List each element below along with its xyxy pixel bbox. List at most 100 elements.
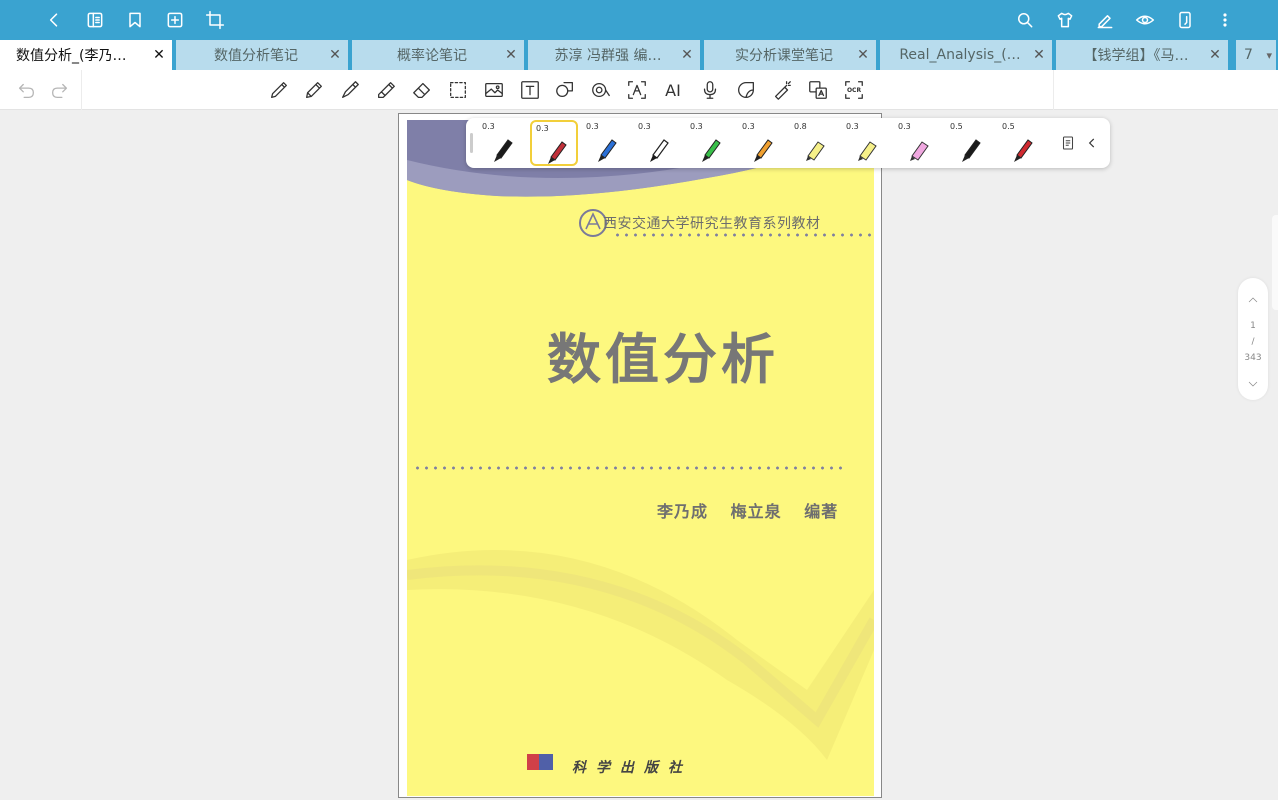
pen-size-label: 0.8: [794, 122, 807, 131]
pen-size-label: 0.3: [690, 122, 703, 131]
pen-preset-7[interactable]: 0.8: [790, 120, 838, 166]
fountain-pen-icon[interactable]: [338, 78, 362, 102]
marker-icon: [702, 139, 721, 162]
pdf-page[interactable]: 西安交通大学研究生教育系列教材 数值分析 李乃成 梅立泉 编著 科学出版社: [398, 113, 882, 798]
pen-size-label: 0.3: [898, 122, 911, 131]
pen-size-label: 0.3: [482, 122, 495, 131]
eye-icon[interactable]: [1133, 8, 1157, 32]
drawing-toolbar: AI OCR: [0, 70, 1278, 110]
toolbar-divider: [1053, 70, 1054, 110]
marker-icon: [598, 139, 617, 162]
text-recognize-icon[interactable]: [625, 78, 649, 102]
page-up-icon[interactable]: [1243, 290, 1263, 310]
tab-label: Real_Analysis_(…: [899, 47, 1021, 63]
tab-numerical-analysis-book[interactable]: 数值分析_(李乃… ✕: [0, 40, 174, 70]
close-icon[interactable]: ✕: [850, 47, 876, 63]
tab-overflow[interactable]: 7 ▾: [1236, 40, 1278, 70]
search-icon[interactable]: [1013, 8, 1037, 32]
theme-icon[interactable]: [1053, 8, 1077, 32]
marker-icon: [962, 139, 981, 162]
lasso-select-icon[interactable]: [446, 78, 470, 102]
translate-icon[interactable]: [806, 78, 830, 102]
tab-real-analysis-book[interactable]: Real_Analysis_(… ✕: [880, 40, 1054, 70]
crop-icon[interactable]: [203, 8, 227, 32]
authors: 李乃成 梅立泉 编著: [657, 498, 854, 522]
chevron-down-icon[interactable]: ▾: [1266, 49, 1276, 62]
pen-preset-9[interactable]: 0.3: [894, 120, 942, 166]
ocr-icon[interactable]: OCR: [842, 78, 866, 102]
pen-preset-5[interactable]: 0.3: [686, 120, 734, 166]
shape-icon[interactable]: [553, 78, 577, 102]
tab-qian-xue-zu[interactable]: 【钱学组】《马… ✕: [1056, 40, 1230, 70]
undo-icon[interactable]: [14, 78, 38, 102]
top-app-bar: [0, 0, 1278, 40]
pen-size-label: 0.3: [586, 122, 599, 131]
highlighter-icon: [910, 141, 929, 161]
back-icon[interactable]: [42, 8, 66, 32]
eraser-icon[interactable]: [410, 78, 434, 102]
side-panel-handle[interactable]: [1272, 215, 1278, 310]
total-pages: 343: [1244, 353, 1262, 363]
marker-icon: [1014, 139, 1033, 162]
tab-label: 【钱学组】《马…: [1083, 48, 1189, 64]
bookmark-icon[interactable]: [123, 8, 147, 32]
marker-icon: [548, 141, 567, 166]
highlighter-icon[interactable]: [374, 78, 398, 102]
pen-size-label: 0.3: [536, 124, 549, 133]
tab-probability-notes[interactable]: 概率论笔记 ✕: [352, 40, 526, 70]
undo-redo-group: [0, 70, 82, 110]
add-page-icon[interactable]: [163, 8, 187, 32]
pen-icon[interactable]: [267, 78, 291, 102]
image-icon[interactable]: [482, 78, 506, 102]
highlighter-icon: [806, 141, 825, 161]
publisher-name: 科学出版社: [572, 760, 692, 776]
drag-handle[interactable]: [470, 133, 473, 153]
pen-edit-icon[interactable]: [1093, 8, 1117, 32]
outline-icon[interactable]: [83, 8, 107, 32]
ai-icon[interactable]: AI: [661, 78, 685, 102]
pen-size-label: 0.5: [950, 122, 963, 131]
series-label: 西安交通大学研究生教育系列教材: [603, 216, 821, 232]
tab-label: 概率论笔记: [397, 48, 467, 64]
close-icon[interactable]: ✕: [1026, 47, 1052, 63]
tab-numerical-analysis-notes[interactable]: 数值分析笔记 ✕: [176, 40, 350, 70]
page-down-icon[interactable]: [1243, 374, 1263, 394]
text-box-icon[interactable]: [518, 78, 542, 102]
tab-label: 数值分析笔记: [214, 48, 298, 64]
collapse-chevron-icon[interactable]: [1082, 131, 1102, 155]
pen-size-label: 0.3: [742, 122, 755, 131]
pencil-icon[interactable]: [302, 78, 326, 102]
microphone-icon[interactable]: [698, 78, 722, 102]
tab-real-analysis-notes[interactable]: 实分析课堂笔记 ✕: [704, 40, 878, 70]
pen-preset-11[interactable]: 0.5: [998, 120, 1046, 166]
tab-label: 7: [1244, 47, 1253, 63]
close-icon[interactable]: ✕: [674, 47, 700, 63]
author-role: 编著: [804, 502, 839, 521]
pen-preset-1[interactable]: 0.3: [478, 120, 526, 166]
close-icon[interactable]: ✕: [498, 47, 524, 63]
pen-preset-10[interactable]: 0.5: [946, 120, 994, 166]
tape-icon[interactable]: [589, 78, 613, 102]
author-name: 梅立泉: [730, 502, 782, 521]
pen-preset-2[interactable]: 0.3: [530, 120, 578, 166]
current-page: 1: [1250, 321, 1256, 331]
close-icon[interactable]: ✕: [1202, 47, 1228, 63]
sticker-icon[interactable]: [734, 78, 758, 102]
more-icon[interactable]: [1213, 8, 1237, 32]
pen-preset-3[interactable]: 0.3: [582, 120, 630, 166]
redo-icon[interactable]: [48, 78, 72, 102]
pen-palette: 0.3 0.3 0.3 0.3 0.3 0.3 0.8 0.3 0.3 0.5 0.5: [466, 118, 1110, 168]
close-icon[interactable]: ✕: [146, 47, 172, 63]
pen-preset-8[interactable]: 0.3: [842, 120, 890, 166]
palette-settings-icon[interactable]: [1056, 131, 1080, 155]
pen-size-label: 0.5: [1002, 122, 1015, 131]
pen-preset-4[interactable]: 0.3: [634, 120, 682, 166]
laser-pointer-icon[interactable]: [770, 78, 794, 102]
tab-su-chun-book[interactable]: 苏淳 冯群强 编… ✕: [528, 40, 702, 70]
dot-divider: [613, 233, 874, 237]
marker-icon: [494, 139, 513, 162]
pen-preset-6[interactable]: 0.3: [738, 120, 786, 166]
dot-divider: [413, 466, 843, 470]
close-icon[interactable]: ✕: [322, 47, 348, 63]
device-icon[interactable]: [1173, 8, 1197, 32]
